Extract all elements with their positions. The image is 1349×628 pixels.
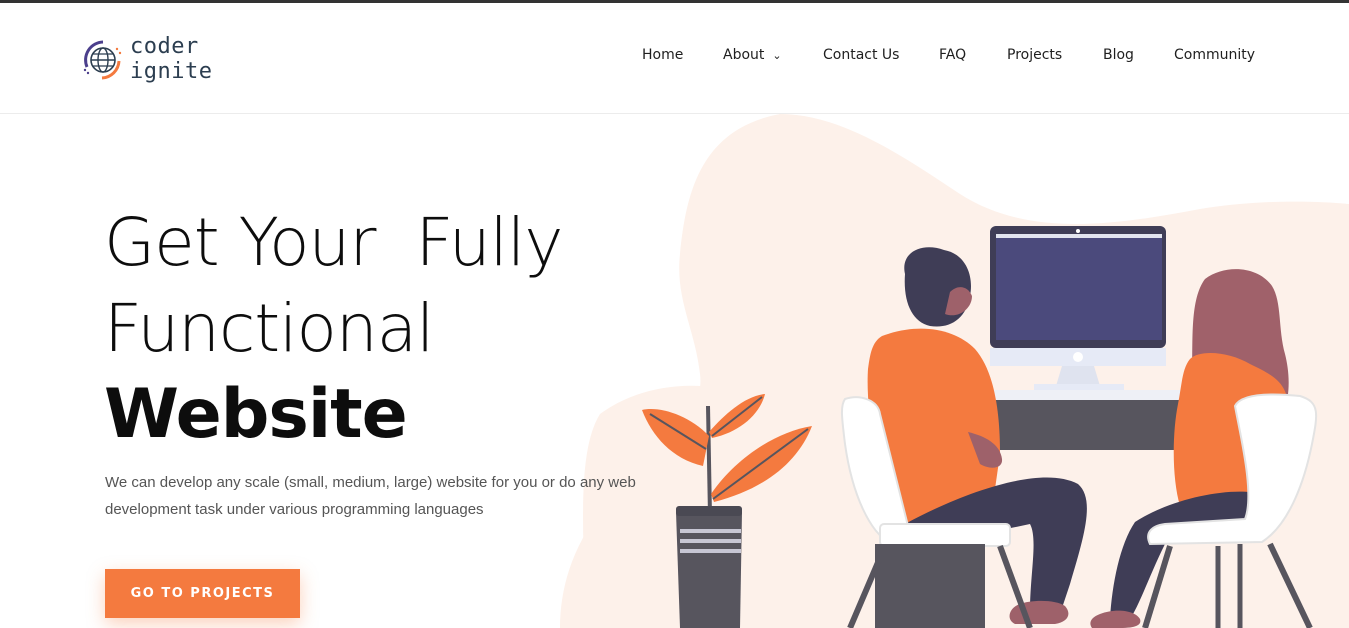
nav-item-community[interactable]: Community xyxy=(1174,47,1255,63)
nav-item-home[interactable]: Home xyxy=(642,47,683,63)
chevron-down-icon[interactable]: ⌄ xyxy=(772,49,781,62)
go-to-projects-button[interactable]: GO TO PROJECTS xyxy=(105,569,300,618)
hero-headline: Get Your Fully Functional Website xyxy=(104,200,563,458)
headline-line-3: Website xyxy=(104,375,408,454)
nav-item-about[interactable]: About ⌄ xyxy=(723,47,782,63)
nav-item-faq[interactable]: FAQ xyxy=(939,47,966,63)
nav-item-about-label: About xyxy=(723,47,765,63)
brand-wordmark: coder ignite xyxy=(130,34,212,84)
brand-line-2: ignite xyxy=(130,59,213,84)
nav-item-blog[interactable]: Blog xyxy=(1103,47,1134,63)
nav-item-projects[interactable]: Projects xyxy=(1007,47,1062,63)
nav-item-contact-us[interactable]: Contact Us xyxy=(823,47,899,63)
desk-monitor xyxy=(970,226,1200,450)
brand-logo[interactable]: coder ignite xyxy=(82,34,212,89)
hero-description: We can develop any scale (small, medium,… xyxy=(105,474,636,518)
headline-line-1: Get Your Fully xyxy=(104,204,563,281)
brand-line-1: coder xyxy=(130,34,199,59)
headline-line-2: Functional xyxy=(104,290,435,367)
site-header: coder ignite Home About ⌄ Contact Us FAQ … xyxy=(0,3,1349,114)
hero-section: Get Your Fully Functional Website We can… xyxy=(0,114,1349,628)
globe-icon xyxy=(83,40,122,80)
